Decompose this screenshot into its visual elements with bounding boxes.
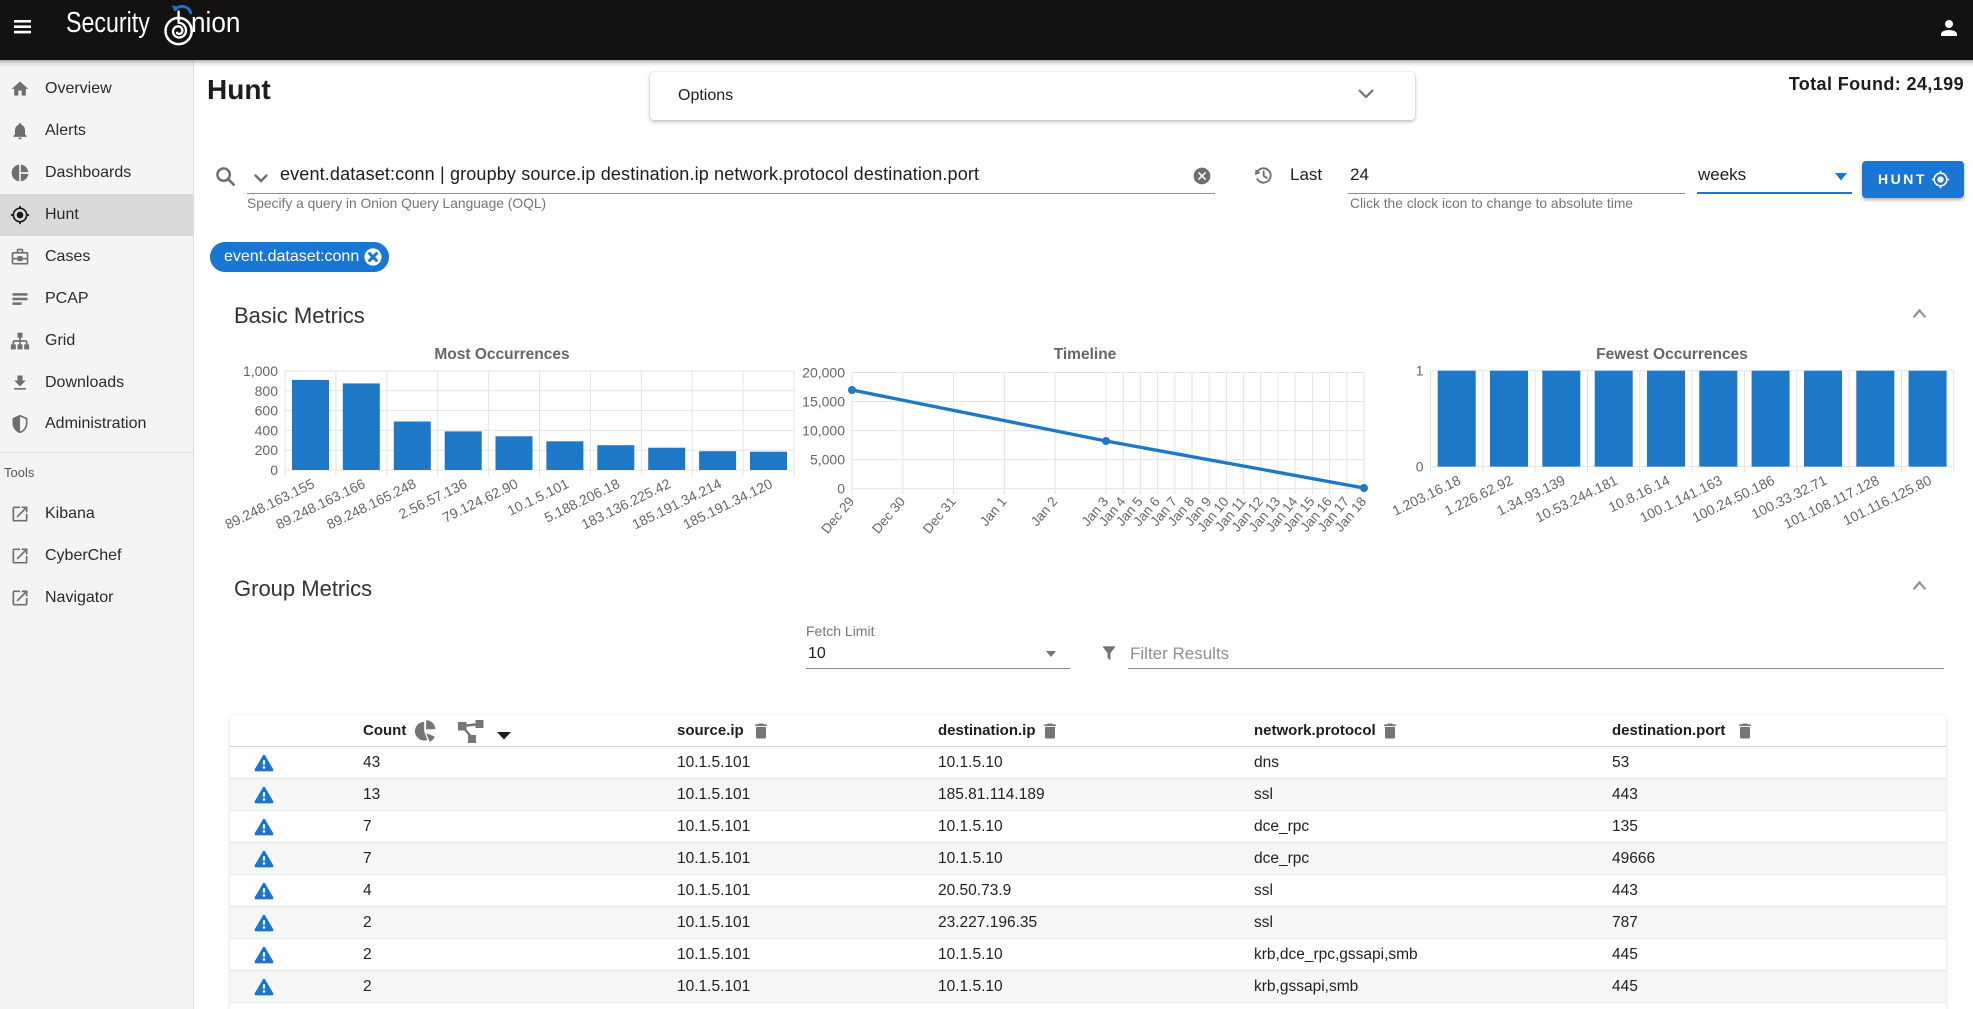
svg-text:Timeline: Timeline — [1054, 346, 1117, 363]
svg-text:Dec 31: Dec 31 — [920, 494, 959, 536]
svg-text:1: 1 — [1416, 363, 1424, 379]
svg-text:800: 800 — [255, 383, 279, 399]
svg-text:0: 0 — [270, 462, 278, 478]
svg-text:Jan 1: Jan 1 — [977, 494, 1010, 529]
svg-text:600: 600 — [255, 403, 279, 419]
svg-text:1,000: 1,000 — [243, 363, 278, 379]
svg-text:10,000: 10,000 — [802, 423, 845, 439]
svg-text:Most Occurrences: Most Occurrences — [434, 346, 569, 363]
svg-text:Dec 29: Dec 29 — [818, 494, 857, 536]
svg-text:101.116.125.80: 101.116.125.80 — [1840, 472, 1934, 529]
svg-text:Dec 30: Dec 30 — [869, 494, 908, 536]
svg-text:200: 200 — [255, 442, 279, 458]
svg-text:15,000: 15,000 — [802, 394, 845, 410]
svg-text:0: 0 — [1416, 459, 1424, 475]
svg-text:20,000: 20,000 — [802, 365, 845, 381]
svg-text:Jan 2: Jan 2 — [1028, 494, 1061, 529]
svg-text:5,000: 5,000 — [810, 452, 845, 468]
svg-text:Fewest Occurrences: Fewest Occurrences — [1596, 346, 1748, 363]
svg-text:0: 0 — [837, 481, 845, 497]
svg-text:400: 400 — [255, 422, 279, 438]
